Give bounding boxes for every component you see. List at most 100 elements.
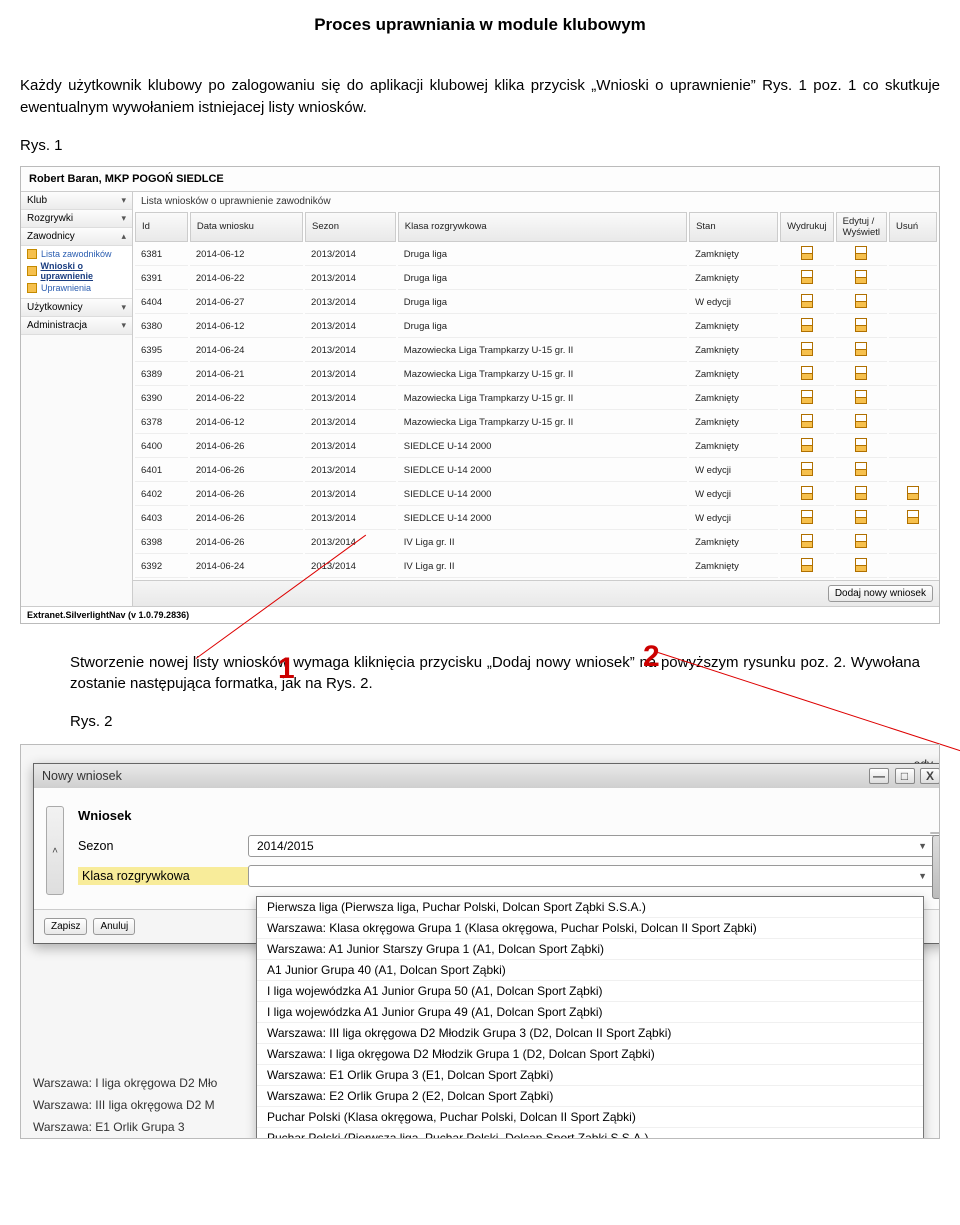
sidebar-item-klub[interactable]: Klub ▾ xyxy=(21,192,132,210)
edit-icon[interactable] xyxy=(855,534,867,548)
column-header[interactable]: Klasa rozgrywkowa xyxy=(398,212,687,242)
table-cell: 6402 xyxy=(135,484,188,506)
sidebar-sub-uprawnienia[interactable]: Uprawnienia xyxy=(27,282,132,294)
print-icon[interactable] xyxy=(801,558,813,572)
edit-icon[interactable] xyxy=(855,246,867,260)
table-row[interactable]: 64032014-06-262013/2014SIEDLCE U-14 2000… xyxy=(135,508,937,530)
maximize-icon[interactable]: □ xyxy=(895,768,915,784)
sidebar-submenu: Lista zawodników Wnioski o uprawnienie U… xyxy=(21,246,132,299)
table-row[interactable]: 63982014-06-262013/2014IV Liga gr. IIZam… xyxy=(135,532,937,554)
table-row[interactable]: 63802014-06-122013/2014Druga ligaZamknię… xyxy=(135,316,937,338)
edit-icon[interactable] xyxy=(855,510,867,524)
print-icon[interactable] xyxy=(801,294,813,308)
sidebar-item-zawodnicy[interactable]: Zawodnicy ▴ xyxy=(21,228,132,246)
dropdown-option[interactable]: I liga wojewódzka A1 Junior Grupa 49 (A1… xyxy=(257,1002,923,1023)
table-cell: 6401 xyxy=(135,460,188,482)
print-icon[interactable] xyxy=(801,366,813,380)
add-request-button[interactable]: Dodaj nowy wniosek xyxy=(828,585,933,602)
dropdown-option[interactable]: Warszawa: Klasa okręgowa Grupa 1 (Klasa … xyxy=(257,918,923,939)
print-icon[interactable] xyxy=(801,486,813,500)
print-icon[interactable] xyxy=(801,318,813,332)
edit-icon[interactable] xyxy=(855,438,867,452)
chevron-down-icon: ▼ xyxy=(918,871,927,881)
column-header[interactable]: Id xyxy=(135,212,188,242)
column-header[interactable]: Data wniosku xyxy=(190,212,303,242)
print-icon[interactable] xyxy=(801,534,813,548)
table-cell: 2013/2014 xyxy=(305,532,396,554)
column-header[interactable]: Usuń xyxy=(889,212,937,242)
chevron-down-icon: ▼ xyxy=(918,841,927,851)
print-icon[interactable] xyxy=(801,510,813,524)
dropdown-option[interactable]: Warszawa: I liga okręgowa D2 Młodzik Gru… xyxy=(257,1044,923,1065)
sidebar-item-rozgrywki[interactable]: Rozgrywki ▾ xyxy=(21,210,132,228)
sidebar-sub-wnioski[interactable]: Wnioski o uprawnienie xyxy=(27,260,132,282)
column-header[interactable]: Edytuj / Wyświetl xyxy=(836,212,887,242)
scroll-thumb[interactable] xyxy=(932,835,940,899)
column-header[interactable]: Sezon xyxy=(305,212,396,242)
dropdown-option[interactable]: Puchar Polski (Pierwsza liga, Puchar Pol… xyxy=(257,1128,923,1139)
print-icon[interactable] xyxy=(801,270,813,284)
print-icon[interactable] xyxy=(801,414,813,428)
dropdown-option[interactable]: I liga wojewódzka A1 Junior Grupa 50 (A1… xyxy=(257,981,923,1002)
print-icon[interactable] xyxy=(801,390,813,404)
table-row[interactable]: 63892014-06-212013/2014Mazowiecka Liga T… xyxy=(135,364,937,386)
table-row[interactable]: 63902014-06-222013/2014Mazowiecka Liga T… xyxy=(135,388,937,410)
table-row[interactable]: 64012014-06-262013/2014SIEDLCE U-14 2000… xyxy=(135,460,937,482)
table-cell: 2013/2014 xyxy=(305,364,396,386)
sidebar-item-administracja[interactable]: Administracja ▾ xyxy=(21,317,132,335)
table-row[interactable]: 63912014-06-222013/2014Druga ligaZamknię… xyxy=(135,268,937,290)
select-sezon[interactable]: 2014/2015 ▼ xyxy=(248,835,936,857)
delete-icon[interactable] xyxy=(907,486,919,500)
print-icon[interactable] xyxy=(801,438,813,452)
print-icon[interactable] xyxy=(801,342,813,356)
table-row[interactable]: 63922014-06-242013/2014IV Liga gr. IIZam… xyxy=(135,556,937,578)
dropdown-option[interactable]: Pierwsza liga (Pierwsza liga, Puchar Pol… xyxy=(257,897,923,918)
dropdown-option[interactable]: A1 Junior Grupa 40 (A1, Dolcan Sport Ząb… xyxy=(257,960,923,981)
minimize-icon[interactable]: — xyxy=(869,768,889,784)
sidebar-item-uzytkownicy[interactable]: Użytkownicy ▾ xyxy=(21,299,132,317)
dropdown-option[interactable]: Warszawa: E2 Orlik Grupa 2 (E2, Dolcan S… xyxy=(257,1086,923,1107)
accordion-collapse-handle[interactable]: ˄ xyxy=(46,806,64,895)
column-header[interactable]: Wydrukuj xyxy=(780,212,834,242)
delete-icon[interactable] xyxy=(907,510,919,524)
table-row[interactable]: 64042014-06-272013/2014Druga ligaW edycj… xyxy=(135,292,937,314)
edit-icon[interactable] xyxy=(855,294,867,308)
print-icon[interactable] xyxy=(801,462,813,476)
edit-icon[interactable] xyxy=(855,486,867,500)
cancel-button[interactable]: Anuluj xyxy=(93,918,135,935)
table-row[interactable]: 63812014-06-122013/2014Druga ligaZamknię… xyxy=(135,244,937,266)
table-cell: Zamknięty xyxy=(689,364,778,386)
table-cell: Zamknięty xyxy=(689,340,778,362)
edit-icon[interactable] xyxy=(855,390,867,404)
table-row[interactable]: 64002014-06-262013/2014SIEDLCE U-14 2000… xyxy=(135,436,937,458)
klasa-dropdown[interactable]: Pierwsza liga (Pierwsza liga, Puchar Pol… xyxy=(256,896,924,1139)
edit-icon[interactable] xyxy=(855,414,867,428)
table-row[interactable]: 64022014-06-262013/2014SIEDLCE U-14 2000… xyxy=(135,484,937,506)
table-row[interactable]: 63782014-06-122013/2014Mazowiecka Liga T… xyxy=(135,412,937,434)
edit-icon[interactable] xyxy=(855,318,867,332)
form-section-title: Wniosek xyxy=(78,808,936,823)
edit-icon[interactable] xyxy=(855,366,867,380)
dropdown-option[interactable]: Warszawa: III liga okręgowa D2 Młodzik G… xyxy=(257,1023,923,1044)
sidebar-sub-lista-zawodnikow[interactable]: Lista zawodników xyxy=(27,248,132,260)
table-cell: 2014-06-27 xyxy=(190,292,303,314)
select-klasa[interactable]: ▼ xyxy=(248,865,936,887)
edit-icon[interactable] xyxy=(855,558,867,572)
dropdown-option[interactable]: Warszawa: E1 Orlik Grupa 3 (E1, Dolcan S… xyxy=(257,1065,923,1086)
table-cell: 2014-06-12 xyxy=(190,316,303,338)
column-header[interactable]: Stan xyxy=(689,212,778,242)
edit-icon[interactable] xyxy=(855,270,867,284)
print-icon[interactable] xyxy=(801,246,813,260)
save-button[interactable]: Zapisz xyxy=(44,918,87,935)
table-row[interactable]: 63952014-06-242013/2014Mazowiecka Liga T… xyxy=(135,340,937,362)
table-cell: 2013/2014 xyxy=(305,268,396,290)
scrollbar[interactable] xyxy=(930,832,940,834)
edit-icon[interactable] xyxy=(855,462,867,476)
edit-icon[interactable] xyxy=(855,342,867,356)
dropdown-option[interactable]: Puchar Polski (Klasa okręgowa, Puchar Po… xyxy=(257,1107,923,1128)
sidebar-item-label: Rozgrywki xyxy=(27,213,73,224)
table-cell: 6381 xyxy=(135,244,188,266)
dropdown-option[interactable]: Warszawa: A1 Junior Starszy Grupa 1 (A1,… xyxy=(257,939,923,960)
close-icon[interactable]: X xyxy=(920,768,940,784)
table-cell: 6395 xyxy=(135,340,188,362)
